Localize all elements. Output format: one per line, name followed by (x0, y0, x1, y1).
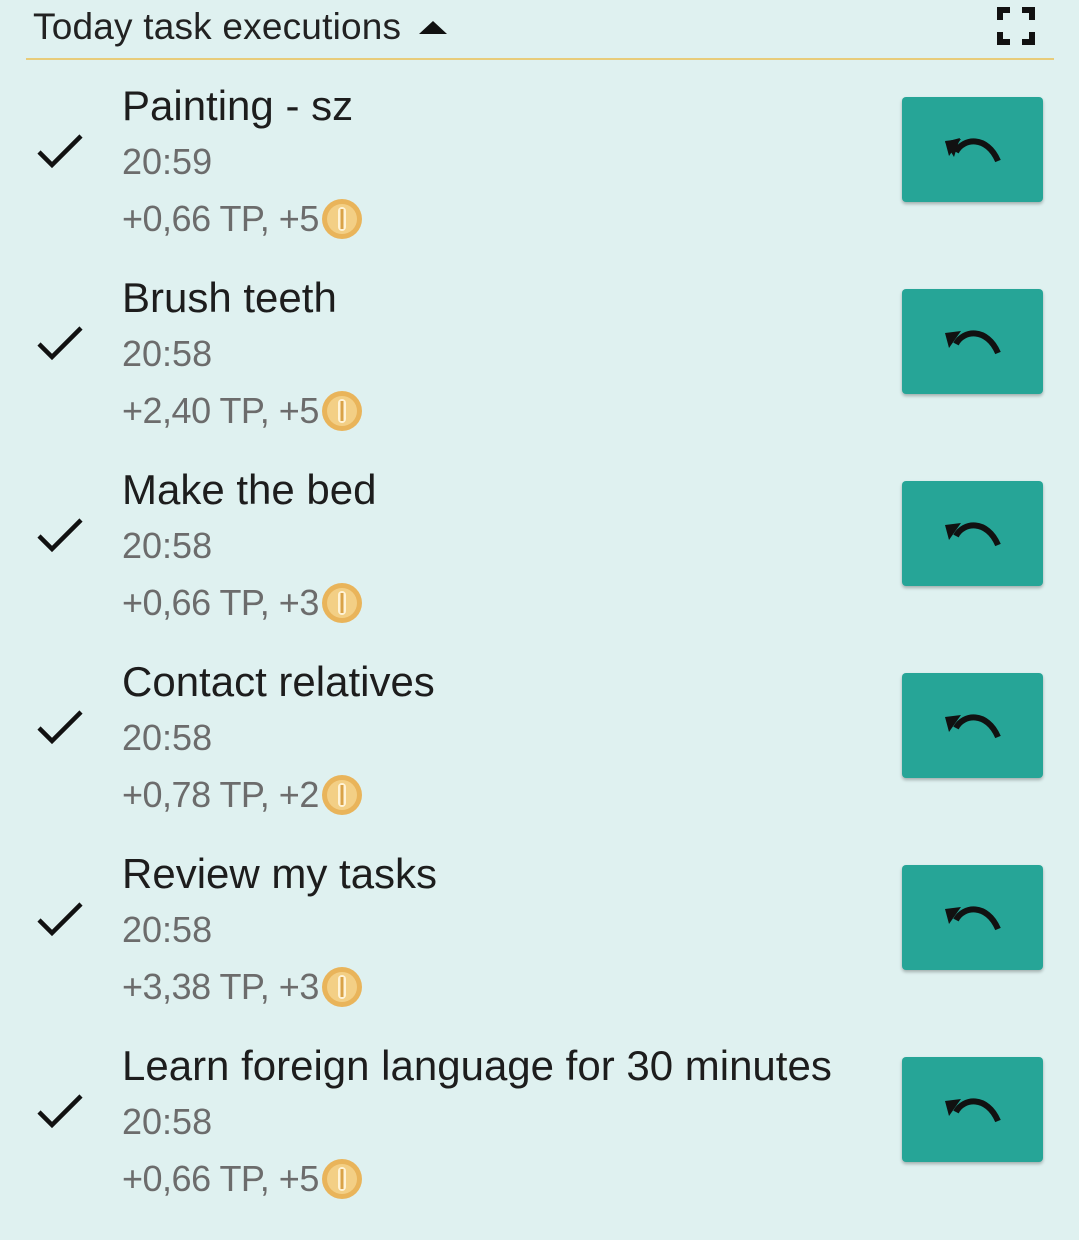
reward-text: +2,40 TP, +5 (122, 390, 319, 431)
task-time: 20:58 (122, 909, 213, 950)
check-icon (36, 132, 84, 172)
task-time: 20:58 (122, 717, 213, 758)
reward-text: +3,38 TP, +3 (122, 966, 319, 1007)
task-row: Learn foreign language for 30 minutes 20… (0, 1040, 1079, 1232)
task-name: Learn foreign language for 30 minutes (122, 1042, 832, 1089)
task-name: Make the bed (122, 466, 377, 513)
task-row: Contact relatives 20:58 +0,78 TP, +2 (0, 656, 1079, 848)
check-icon (36, 516, 84, 556)
task-reward: +0,66 TP, +5 (122, 197, 364, 241)
section-title: Today task executions (33, 6, 402, 47)
task-reward: +2,40 TP, +5 (122, 389, 364, 433)
coin-icon (320, 1157, 364, 1201)
check-icon (36, 708, 84, 748)
task-row: Make the bed 20:58 +0,66 TP, +3 (0, 464, 1079, 656)
task-reward: +0,78 TP, +2 (122, 773, 364, 817)
coin-icon (320, 197, 364, 241)
undo-icon (944, 521, 1001, 546)
undo-button[interactable] (902, 1057, 1043, 1162)
reward-text: +0,66 TP, +5 (122, 198, 319, 239)
coin-icon (320, 965, 364, 1009)
reward-text: +0,66 TP, +3 (122, 582, 319, 623)
task-time: 20:59 (122, 141, 213, 182)
section-toggle[interactable]: Today task executions (33, 5, 448, 49)
task-reward: +0,66 TP, +3 (122, 581, 364, 625)
check-icon (36, 1092, 84, 1132)
task-time: 20:58 (122, 1101, 213, 1142)
section-header: Today task executions (26, 0, 1054, 60)
coin-icon (320, 581, 364, 625)
undo-icon (944, 1097, 1001, 1122)
coin-icon (320, 389, 364, 433)
undo-button[interactable] (902, 673, 1043, 778)
task-time: 20:58 (122, 525, 213, 566)
reward-text: +0,66 TP, +5 (122, 1158, 319, 1199)
task-row: Brush teeth 20:58 +2,40 TP, +5 (0, 272, 1079, 464)
task-row: Painting - sz 20:59 +0,66 TP, +5 (0, 80, 1079, 272)
task-row: Review my tasks 20:58 +3,38 TP, +3 (0, 848, 1079, 1040)
task-name: Review my tasks (122, 850, 438, 897)
undo-icon (944, 713, 1001, 738)
task-reward: +3,38 TP, +3 (122, 965, 364, 1009)
undo-button[interactable] (902, 481, 1043, 586)
reward-text: +0,78 TP, +2 (122, 774, 319, 815)
check-icon (36, 900, 84, 940)
undo-button[interactable] (902, 97, 1043, 202)
fullscreen-icon[interactable] (996, 6, 1036, 46)
task-name: Contact relatives (122, 658, 435, 705)
coin-icon (320, 773, 364, 817)
check-icon (36, 324, 84, 364)
task-name: Brush teeth (122, 274, 337, 321)
task-time: 20:58 (122, 333, 213, 374)
undo-button[interactable] (902, 289, 1043, 394)
undo-icon (944, 329, 1001, 354)
undo-icon (944, 137, 1001, 162)
undo-button[interactable] (902, 865, 1043, 970)
undo-icon (944, 905, 1001, 930)
task-name: Painting - sz (122, 82, 354, 129)
task-reward: +0,66 TP, +5 (122, 1157, 364, 1201)
arrow-up-icon (419, 20, 448, 34)
